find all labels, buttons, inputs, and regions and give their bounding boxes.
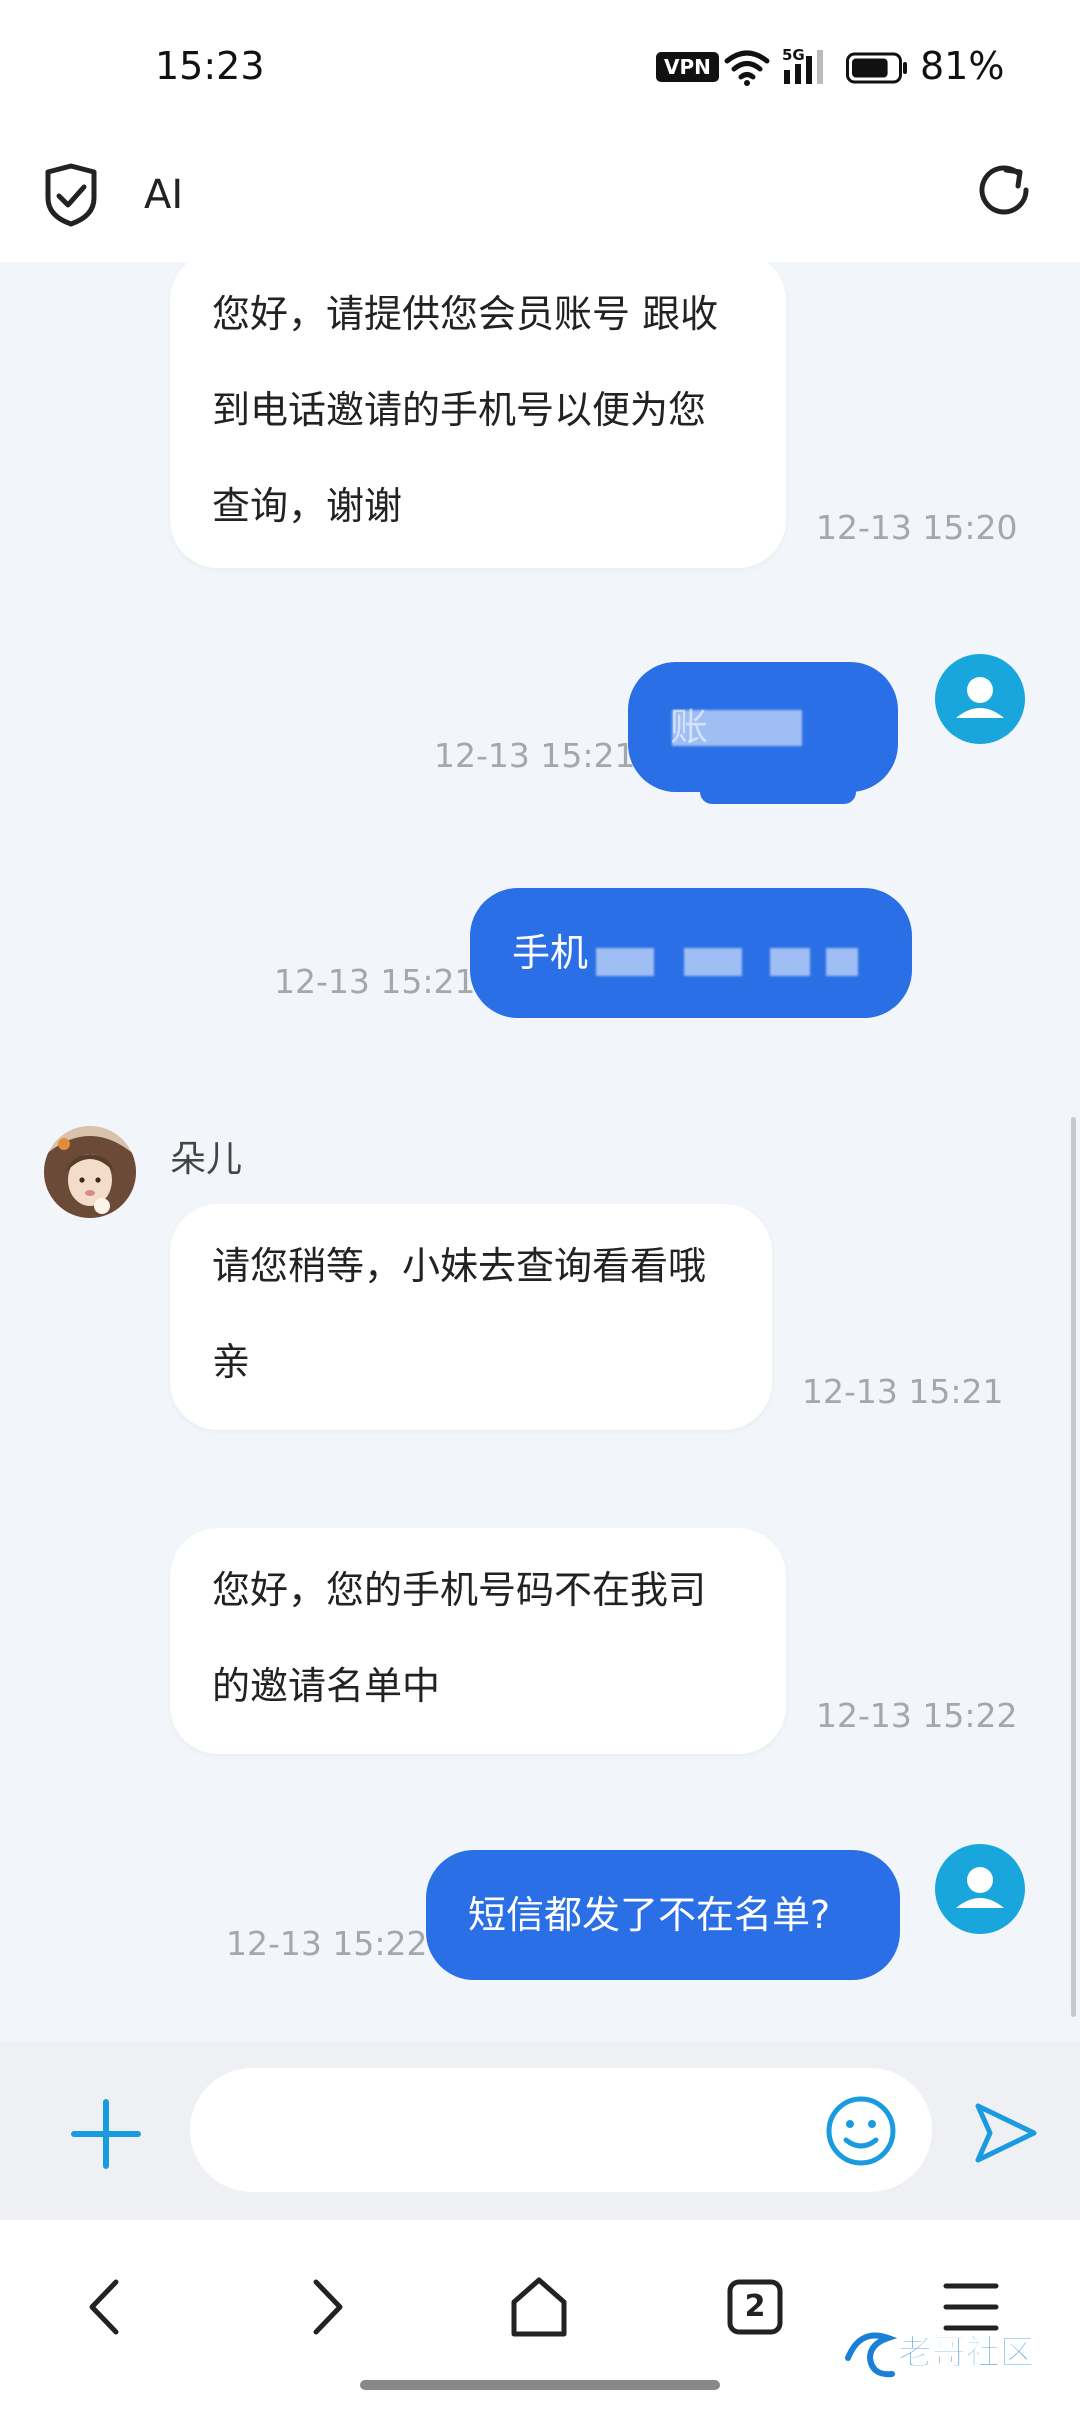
status-time: 15:23	[155, 44, 265, 88]
tabs-button[interactable]: 2	[720, 2272, 790, 2342]
user-avatar	[935, 1844, 1025, 1934]
message-text-line: 查询，谢谢	[212, 484, 403, 528]
add-attachment-icon[interactable]	[66, 2094, 146, 2174]
redaction-mask	[672, 710, 802, 746]
vpn-badge: VPN	[656, 52, 719, 82]
browser-nav-bar: 2 老哥社区	[0, 2220, 1080, 2412]
user-avatar	[935, 654, 1025, 744]
agent-name: 朵儿	[170, 1139, 243, 1180]
chat-scrollbar[interactable]	[1071, 1117, 1076, 2017]
app-header: AI	[0, 130, 1080, 262]
message-text-line: 亲	[212, 1340, 251, 1384]
battery-percent: 81%	[920, 44, 1005, 88]
agent-avatar[interactable]	[44, 1126, 136, 1218]
message-time: 12-13 15:21	[434, 736, 636, 775]
redaction-mask	[700, 780, 856, 804]
send-icon[interactable]	[970, 2098, 1040, 2168]
agent-portrait-icon	[44, 1126, 136, 1218]
home-icon[interactable]	[504, 2272, 574, 2342]
emoji-icon[interactable]	[824, 2094, 898, 2168]
redaction-mask	[826, 948, 858, 976]
message-time: 12-13 15:22	[226, 1924, 428, 1963]
person-icon	[956, 1867, 1004, 1908]
back-icon[interactable]	[72, 2272, 142, 2342]
message-time: 12-13 15:21	[802, 1372, 1004, 1411]
watermark-logo: 老哥社区	[840, 2318, 1070, 2388]
message-text-line: 您好，您的手机号码不在我司	[212, 1568, 707, 1612]
dragon-logo-icon: 老哥社区	[845, 2333, 1035, 2378]
message-text: 手机	[512, 931, 589, 975]
cellular-signal-icon: 5G	[782, 46, 823, 84]
message-text-line: 您好，请提供您会员账号 跟收	[212, 292, 719, 336]
forward-icon[interactable]	[290, 2272, 360, 2342]
message-bubble: 短信都发了不在名单?	[426, 1850, 900, 1980]
message-input[interactable]	[190, 2068, 932, 2192]
refresh-icon[interactable]	[976, 160, 1034, 220]
redaction-mask	[596, 948, 654, 976]
message-text-line: 的邀请名单中	[212, 1664, 441, 1708]
message-bubble: 您好，请提供您会员账号 跟收 到电话邀请的手机号以便为您 查询，谢谢	[170, 262, 786, 568]
tab-count: 2	[744, 2289, 766, 2324]
person-icon	[956, 677, 1004, 718]
gesture-bar[interactable]	[360, 2380, 720, 2390]
page-title: AI	[144, 172, 184, 218]
message-bubble: 请您稍等，小妹去查询看看哦 亲	[170, 1204, 772, 1430]
message-bubble: 您好，您的手机号码不在我司 的邀请名单中	[170, 1528, 786, 1754]
message-time: 12-13 15:20	[816, 508, 1018, 547]
wifi-icon	[724, 50, 770, 86]
status-bar: 15:23 VPN 5G 81%	[0, 0, 1080, 130]
message-time: 12-13 15:22	[816, 1696, 1018, 1735]
message-text: 短信都发了不在名单?	[468, 1893, 831, 1937]
message-text-line: 到电话邀请的手机号以便为您	[212, 388, 707, 432]
chat-area[interactable]: 您好，请提供您会员账号 跟收 到电话邀请的手机号以便为您 查询，谢谢 12-13…	[0, 262, 1080, 2042]
message-time: 12-13 15:21	[274, 962, 476, 1001]
redaction-mask	[770, 948, 810, 976]
network-type-label: 5G	[782, 46, 805, 64]
message-input-bar	[0, 2042, 1080, 2220]
battery-icon	[846, 52, 907, 84]
shield-check-icon[interactable]	[42, 162, 100, 228]
message-text-line: 请您稍等，小妹去查询看看哦	[212, 1244, 707, 1288]
watermark-text: 老哥社区	[898, 2333, 1034, 2373]
redaction-mask	[684, 948, 742, 976]
